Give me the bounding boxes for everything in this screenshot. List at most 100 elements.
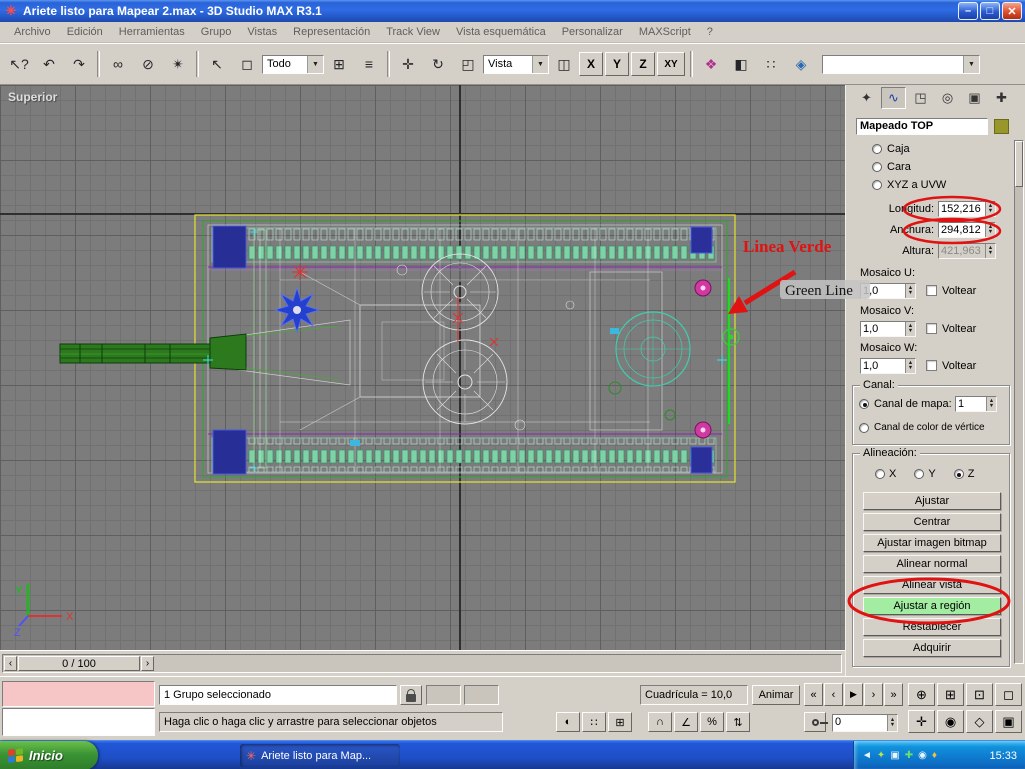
unlink-icon[interactable]: ⊘ <box>133 50 163 78</box>
viewport-label[interactable]: Superior <box>8 90 57 104</box>
longitud-field[interactable]: 152,216 <box>938 201 996 217</box>
spinner-icon[interactable] <box>905 322 915 336</box>
ajustar-a-region-button[interactable]: Ajustar a región <box>863 597 1001 615</box>
adquirir-button[interactable]: Adquirir <box>863 639 1001 657</box>
radio-xyz-a-uvw[interactable] <box>872 180 882 190</box>
voltear-w-checkbox[interactable] <box>926 360 937 371</box>
min-max-toggle-icon[interactable]: ▣ <box>995 710 1022 733</box>
degradation-override-icon[interactable]: ◐ <box>556 712 580 732</box>
zoom-all-icon[interactable]: ⊞ <box>937 683 964 706</box>
tab-utilities[interactable]: ✚ <box>989 87 1014 109</box>
restrict-x-button[interactable]: X <box>579 52 603 76</box>
voltear-v-checkbox[interactable] <box>926 323 937 334</box>
menu-track-view[interactable]: Track View <box>378 23 448 41</box>
tab-hierarchy[interactable]: ◳ <box>908 87 933 109</box>
tray-icon-4[interactable]: ◉ <box>918 750 927 761</box>
arc-rotate-icon[interactable]: ◉ <box>937 710 964 733</box>
spinner-icon[interactable] <box>986 397 996 411</box>
field-of-view-icon[interactable]: ◇ <box>966 710 993 733</box>
context-help-icon[interactable]: ↖? <box>4 50 34 78</box>
go-to-start-button[interactable]: « <box>804 683 823 706</box>
select-by-name-icon[interactable]: ≡ <box>354 50 384 78</box>
tray-icon-5[interactable]: ♦ <box>932 750 937 761</box>
restrict-xy-button[interactable]: XY <box>657 52 685 76</box>
coord-system-combo[interactable]: Vista <box>483 54 549 74</box>
menu-edicion[interactable]: Edición <box>59 23 111 41</box>
start-button[interactable]: Inicio <box>0 741 98 769</box>
align-icon[interactable]: ◈ <box>786 50 816 78</box>
array-icon[interactable]: ∷ <box>756 50 786 78</box>
minimize-button[interactable]: – <box>958 2 978 20</box>
spinner-icon[interactable] <box>887 715 897 731</box>
maximize-button[interactable]: □ <box>980 2 1000 20</box>
mosaico-w-field[interactable]: 1,0 <box>860 358 916 374</box>
scale-icon[interactable]: ◰ <box>453 50 483 78</box>
tray-icon-3[interactable]: ✚ <box>905 750 913 761</box>
radio-align-x[interactable] <box>875 469 885 479</box>
ik-toggle-icon[interactable]: ❖ <box>696 50 726 78</box>
current-frame-field[interactable]: 0 <box>832 714 898 732</box>
spinner-icon[interactable] <box>905 284 915 298</box>
chevron-down-icon[interactable] <box>963 55 979 73</box>
alinear-vista-button[interactable]: Alinear vista <box>863 576 1001 594</box>
restrict-z-button[interactable]: Z <box>631 52 655 76</box>
mosaico-v-field[interactable]: 1,0 <box>860 321 916 337</box>
modifier-color-swatch[interactable] <box>994 119 1009 134</box>
tab-modify[interactable]: ∿ <box>881 87 906 109</box>
menu-personalizar[interactable]: Personalizar <box>554 23 631 41</box>
ajustar-button[interactable]: Ajustar <box>863 492 1001 510</box>
menu-archivo[interactable]: Archivo <box>6 23 59 41</box>
panel-scrollbar-thumb[interactable] <box>1015 141 1023 187</box>
menu-vista-esquematica[interactable]: Vista esquemática <box>448 23 554 41</box>
restablecer-button[interactable]: Restablecer <box>863 618 1001 636</box>
modifier-name-field[interactable]: Mapeado TOP <box>856 118 988 135</box>
taskbar-task-button[interactable]: ✳ Ariete listo para Map... <box>240 744 400 767</box>
move-icon[interactable]: ✛ <box>393 50 423 78</box>
key-mode-button[interactable] <box>804 712 828 732</box>
previous-frame-button[interactable]: ‹ <box>824 683 843 706</box>
selection-filter-combo[interactable]: Todo <box>262 54 324 74</box>
tray-icon-2[interactable]: ▣ <box>890 750 899 761</box>
centrar-button[interactable]: Centrar <box>863 513 1001 531</box>
time-slider-track[interactable]: ‹ 0 / 100 › <box>2 654 842 673</box>
menu-representacion[interactable]: Representación <box>285 23 378 41</box>
canal-de-mapa-field[interactable]: 1 <box>955 396 997 412</box>
pivot-constraint-icon[interactable]: ◫ <box>549 50 579 78</box>
time-slider-next[interactable]: › <box>141 656 154 671</box>
radio-align-y[interactable] <box>914 469 925 479</box>
spinner-icon[interactable] <box>905 359 915 373</box>
tab-motion[interactable]: ◎ <box>935 87 960 109</box>
radio-align-z[interactable] <box>953 469 964 479</box>
grid-snap-icon[interactable]: ⊞ <box>608 712 632 732</box>
tray-hide-icon[interactable]: ◄ <box>862 750 872 761</box>
select-and-link-icon[interactable]: ∞ <box>103 50 133 78</box>
menu-help[interactable]: ? <box>699 23 721 41</box>
maxscript-mini-listener-bottom[interactable] <box>2 708 155 736</box>
viewport-superior[interactable]: Superior Y X Z <box>0 85 845 650</box>
anchura-field[interactable]: 294,812 <box>938 222 996 238</box>
selection-lock-button[interactable] <box>400 685 422 705</box>
spinner-icon[interactable] <box>985 202 995 216</box>
radio-canal-de-mapa[interactable] <box>859 399 869 409</box>
chevron-down-icon[interactable] <box>532 55 548 73</box>
panel-scrollbar[interactable] <box>1014 140 1024 664</box>
voltear-u-checkbox[interactable] <box>926 285 937 296</box>
play-button[interactable]: ▶ <box>844 683 863 706</box>
chevron-down-icon[interactable] <box>307 55 323 73</box>
spinner-icon[interactable] <box>985 223 995 237</box>
dots-icon[interactable]: ∷ <box>582 712 606 732</box>
go-to-end-button[interactable]: » <box>884 683 903 706</box>
pan-icon[interactable]: ✛ <box>908 710 935 733</box>
tank-wireframe[interactable] <box>50 210 740 495</box>
rotate-icon[interactable]: ↻ <box>423 50 453 78</box>
radio-caja[interactable] <box>872 144 882 154</box>
select-object-icon[interactable]: ↖ <box>202 50 232 78</box>
angle-snap-icon[interactable]: ∠ <box>674 712 698 732</box>
maxscript-mini-listener-top[interactable] <box>2 681 155 707</box>
snap-toggle-icon[interactable]: ∩ <box>648 712 672 732</box>
percent-snap-icon[interactable]: % <box>700 712 724 732</box>
named-selection-combo[interactable] <box>822 54 980 74</box>
menu-grupo[interactable]: Grupo <box>193 23 240 41</box>
zoom-extents-icon[interactable]: ⊡ <box>966 683 993 706</box>
undo-icon[interactable]: ↶ <box>34 50 64 78</box>
